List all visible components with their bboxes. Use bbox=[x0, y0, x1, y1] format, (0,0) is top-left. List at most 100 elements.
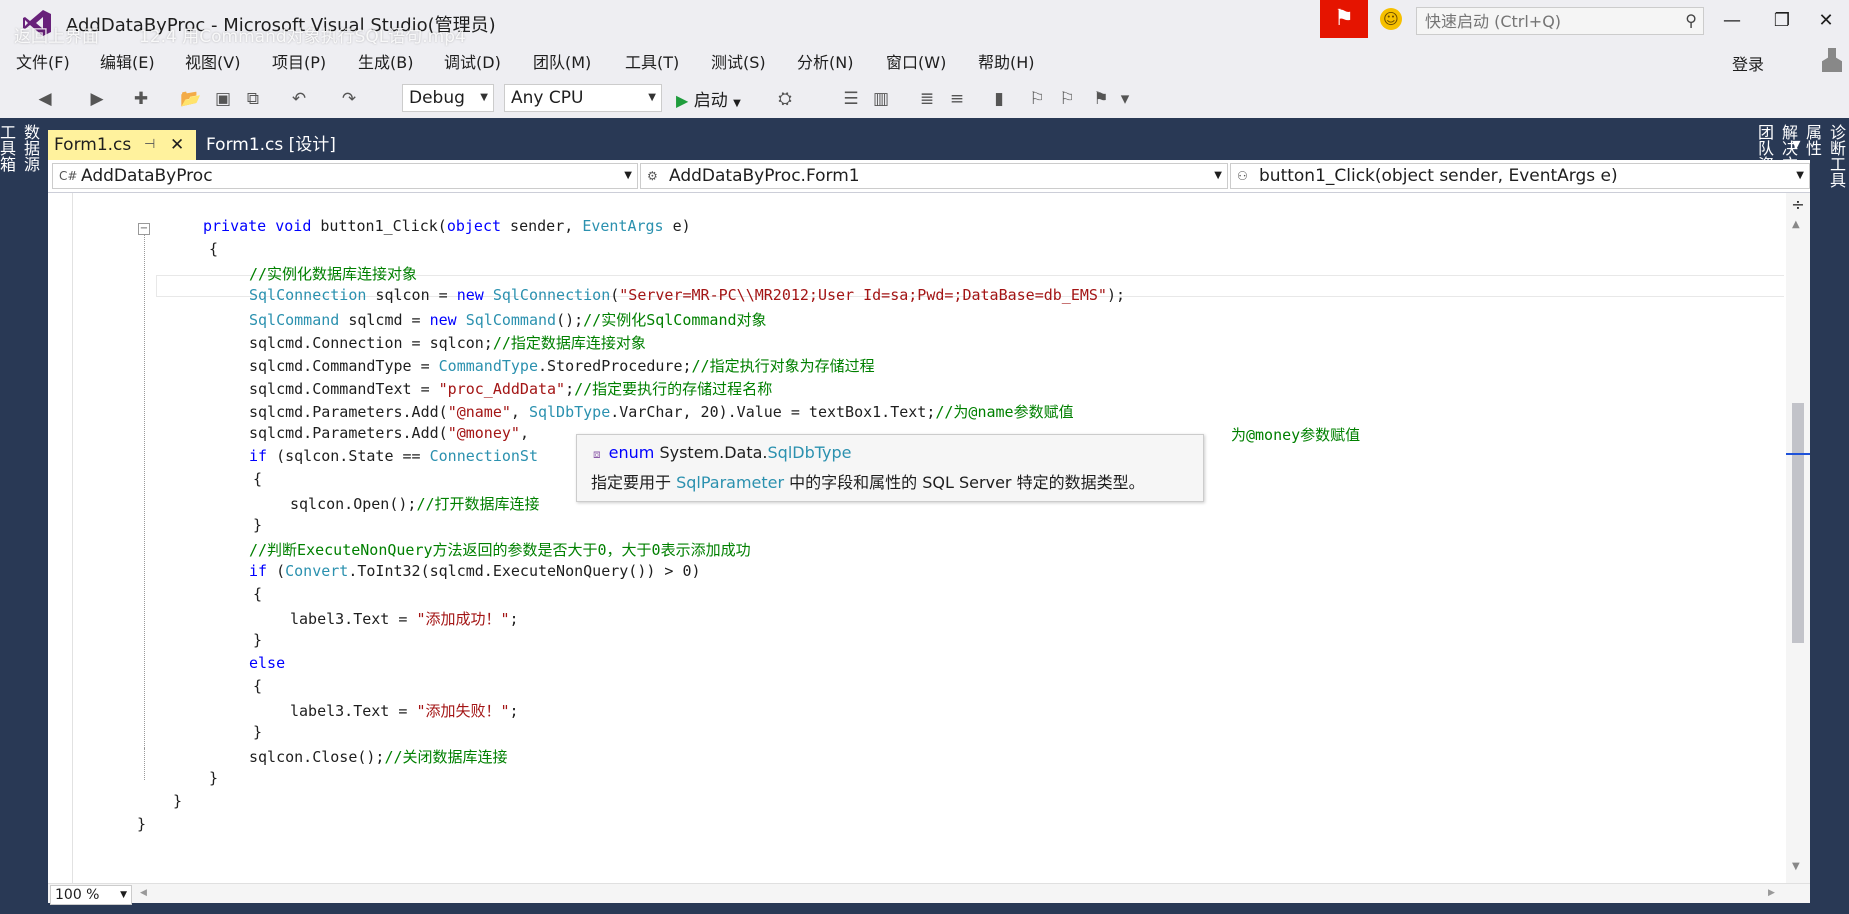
platform-value: Any CPU bbox=[511, 88, 584, 108]
menu-help[interactable]: 帮助(H) bbox=[978, 49, 1035, 73]
code-line: SqlCommand sqlcmd = new SqlCommand();//实… bbox=[249, 311, 767, 329]
redo-icon[interactable]: ↷ bbox=[338, 88, 360, 110]
scroll-right-icon[interactable]: ▶ bbox=[1768, 888, 1775, 898]
search-icon[interactable]: ⚲ bbox=[1685, 11, 1697, 30]
restore-button[interactable]: ❐ bbox=[1762, 6, 1802, 36]
save-icon[interactable]: ▣ bbox=[212, 88, 234, 110]
menu-tools[interactable]: 工具(T) bbox=[625, 49, 679, 73]
menu-file[interactable]: 文件(F) bbox=[16, 49, 70, 73]
code-line: else bbox=[249, 654, 286, 672]
code-line: } bbox=[137, 815, 147, 833]
right-tool-windows: 诊断工具 属性 解决方案资源管理器 团队资源管理器 bbox=[1755, 124, 1848, 290]
configuration-value: Debug bbox=[409, 88, 465, 108]
notification-flag-icon[interactable]: ⚑ bbox=[1320, 0, 1368, 38]
title-bar: AddDataByProc - Microsoft Visual Studio(… bbox=[0, 0, 1849, 47]
scroll-down-icon[interactable]: ▼ bbox=[1792, 861, 1800, 872]
toolbox-tab[interactable]: 工具箱 bbox=[0, 124, 18, 172]
prev-bookmark-icon[interactable]: ⚐ bbox=[1026, 88, 1048, 110]
chevron-down-icon: ▼ bbox=[648, 92, 656, 103]
outline-guide bbox=[144, 233, 145, 748]
close-icon[interactable]: ✕ bbox=[170, 130, 184, 160]
bookmark-icon[interactable]: ▮ bbox=[988, 88, 1010, 110]
quick-info-tooltip: ⧈ enum System.Data.SqlDbType 指定要用于 SqlPar… bbox=[576, 434, 1204, 502]
split-window-icon[interactable]: ÷ bbox=[1790, 197, 1806, 213]
close-button[interactable]: ✕ bbox=[1806, 6, 1846, 36]
menu-debug[interactable]: 调试(D) bbox=[444, 49, 501, 73]
menu-team[interactable]: 团队(M) bbox=[533, 49, 591, 73]
menu-build[interactable]: 生成(B) bbox=[358, 49, 413, 73]
indicator-margin[interactable] bbox=[48, 193, 73, 883]
tooltip-type-link[interactable]: SqlDbType bbox=[768, 443, 852, 462]
code-line: { bbox=[209, 240, 219, 258]
clear-bookmarks-icon[interactable]: ⚑ bbox=[1090, 88, 1112, 110]
feedback-smiley-icon[interactable]: ☺ bbox=[1380, 8, 1402, 30]
sign-in-link[interactable]: 登录 bbox=[1732, 51, 1764, 75]
open-file-icon[interactable]: 📂 bbox=[180, 88, 202, 110]
tab-label: Form1.cs bbox=[54, 135, 132, 155]
code-line: SqlConnection sqlcon = new SqlConnection… bbox=[249, 286, 1126, 304]
caret-position-marker bbox=[1786, 453, 1810, 455]
menu-test[interactable]: 测试(S) bbox=[711, 49, 766, 73]
uncomment-icon[interactable]: ≡ bbox=[946, 88, 968, 110]
menu-edit[interactable]: 编辑(E) bbox=[100, 49, 155, 73]
chevron-down-icon: ▼ bbox=[480, 92, 488, 103]
toolbar-options-icon[interactable]: ▾ bbox=[1114, 88, 1136, 110]
menu-view[interactable]: 视图(V) bbox=[185, 49, 240, 73]
project-value: AddDataByProc bbox=[81, 166, 213, 186]
scroll-up-icon[interactable]: ▲ bbox=[1792, 219, 1800, 230]
scrollbar-thumb[interactable] bbox=[1792, 403, 1804, 643]
code-line: label3.Text = "添加失败！"; bbox=[290, 702, 519, 720]
tooltip-sqlparameter-link[interactable]: SqlParameter bbox=[676, 473, 784, 492]
left-tool-windows: 数据源 工具箱 bbox=[0, 124, 42, 192]
chevron-down-icon: ▼ bbox=[1214, 170, 1222, 181]
editor-bottom-bar: 100 % ▼ ◀ ▶ bbox=[48, 883, 1810, 905]
navigate-forward-icon[interactable]: ▶ bbox=[86, 88, 108, 110]
type-dropdown[interactable]: ⚙ AddDataByProc.Form1 ▼ bbox=[640, 163, 1228, 189]
menu-project[interactable]: 项目(P) bbox=[272, 49, 326, 73]
tab-form1-design[interactable]: Form1.cs [设计] bbox=[200, 130, 342, 160]
save-all-icon[interactable]: ⧉ bbox=[242, 88, 264, 110]
code-line: sqlcmd.CommandType = CommandType.StoredP… bbox=[249, 357, 875, 375]
code-line: if (Convert.ToInt32(sqlcmd.ExecuteNonQue… bbox=[249, 562, 701, 580]
find-in-files-icon[interactable]: ⛭ bbox=[774, 88, 796, 110]
class-icon: ⚙ bbox=[647, 169, 658, 183]
columns-icon[interactable]: ▥ bbox=[870, 88, 892, 110]
quick-launch-box[interactable]: ⚲ bbox=[1416, 7, 1704, 35]
project-dropdown[interactable]: C# AddDataByProc ▼ bbox=[52, 163, 638, 189]
comment-out-icon[interactable]: ≣ bbox=[916, 88, 938, 110]
menu-analyze[interactable]: 分析(N) bbox=[797, 49, 853, 73]
next-bookmark-icon[interactable]: ⚐ bbox=[1056, 88, 1078, 110]
new-project-icon[interactable]: ✚ bbox=[130, 88, 152, 110]
tooltip-signature: ⧈ enum System.Data.SqlDbType bbox=[593, 443, 852, 462]
tab-overflow-icon[interactable]: ▼ bbox=[1792, 138, 1800, 151]
code-line: private void button1_Click(object sender… bbox=[203, 217, 691, 235]
solution-configuration-dropdown[interactable]: Debug ▼ bbox=[402, 84, 494, 112]
tooltip-description: 指定要用于 SqlParameter 中的字段和属性的 SQL Server 特… bbox=[591, 473, 1145, 492]
code-line: sqlcmd.CommandText = "proc_AddData";//指定… bbox=[249, 380, 773, 398]
chevron-down-icon: ▼ bbox=[624, 170, 632, 181]
solution-platform-dropdown[interactable]: Any CPU ▼ bbox=[504, 84, 662, 112]
pin-icon[interactable]: ⊣ bbox=[144, 130, 155, 160]
undo-icon[interactable]: ↶ bbox=[288, 88, 310, 110]
code-line: sqlcmd.Parameters.Add("@name", SqlDbType… bbox=[249, 403, 1074, 421]
code-line: sqlcon.Close();//关闭数据库连接 bbox=[249, 748, 508, 766]
member-dropdown[interactable]: ⚇ button1_Click(object sender, EventArgs … bbox=[1230, 163, 1810, 189]
scroll-left-icon[interactable]: ◀ bbox=[140, 888, 147, 898]
zoom-dropdown[interactable]: 100 % ▼ bbox=[50, 885, 132, 905]
code-line: } bbox=[253, 631, 263, 649]
code-text-area[interactable]: − private void button1_Click(object send… bbox=[72, 193, 1784, 883]
code-line: label3.Text = "添加成功！"; bbox=[290, 610, 519, 628]
tab-form1-cs[interactable]: Form1.cs ⊣ ✕ bbox=[48, 130, 196, 160]
code-line: { bbox=[253, 677, 263, 695]
collapse-icon[interactable]: − bbox=[138, 223, 150, 235]
start-debugging-button[interactable]: ▶ 启动 ▼ bbox=[676, 86, 741, 111]
align-icon[interactable]: ☰ bbox=[840, 88, 862, 110]
menu-window[interactable]: 窗口(W) bbox=[886, 49, 946, 73]
data-sources-tab[interactable]: 数据源 bbox=[18, 124, 42, 172]
navigate-back-icon[interactable]: ◀ bbox=[34, 88, 56, 110]
minimize-button[interactable]: — bbox=[1712, 6, 1752, 36]
diagnostic-tools-tab[interactable]: 诊断工具 bbox=[1824, 124, 1848, 268]
vertical-scrollbar[interactable]: ÷ ▲ ▼ bbox=[1786, 193, 1810, 883]
play-icon: ▶ bbox=[676, 91, 689, 110]
quick-launch-input[interactable] bbox=[1417, 8, 1683, 34]
